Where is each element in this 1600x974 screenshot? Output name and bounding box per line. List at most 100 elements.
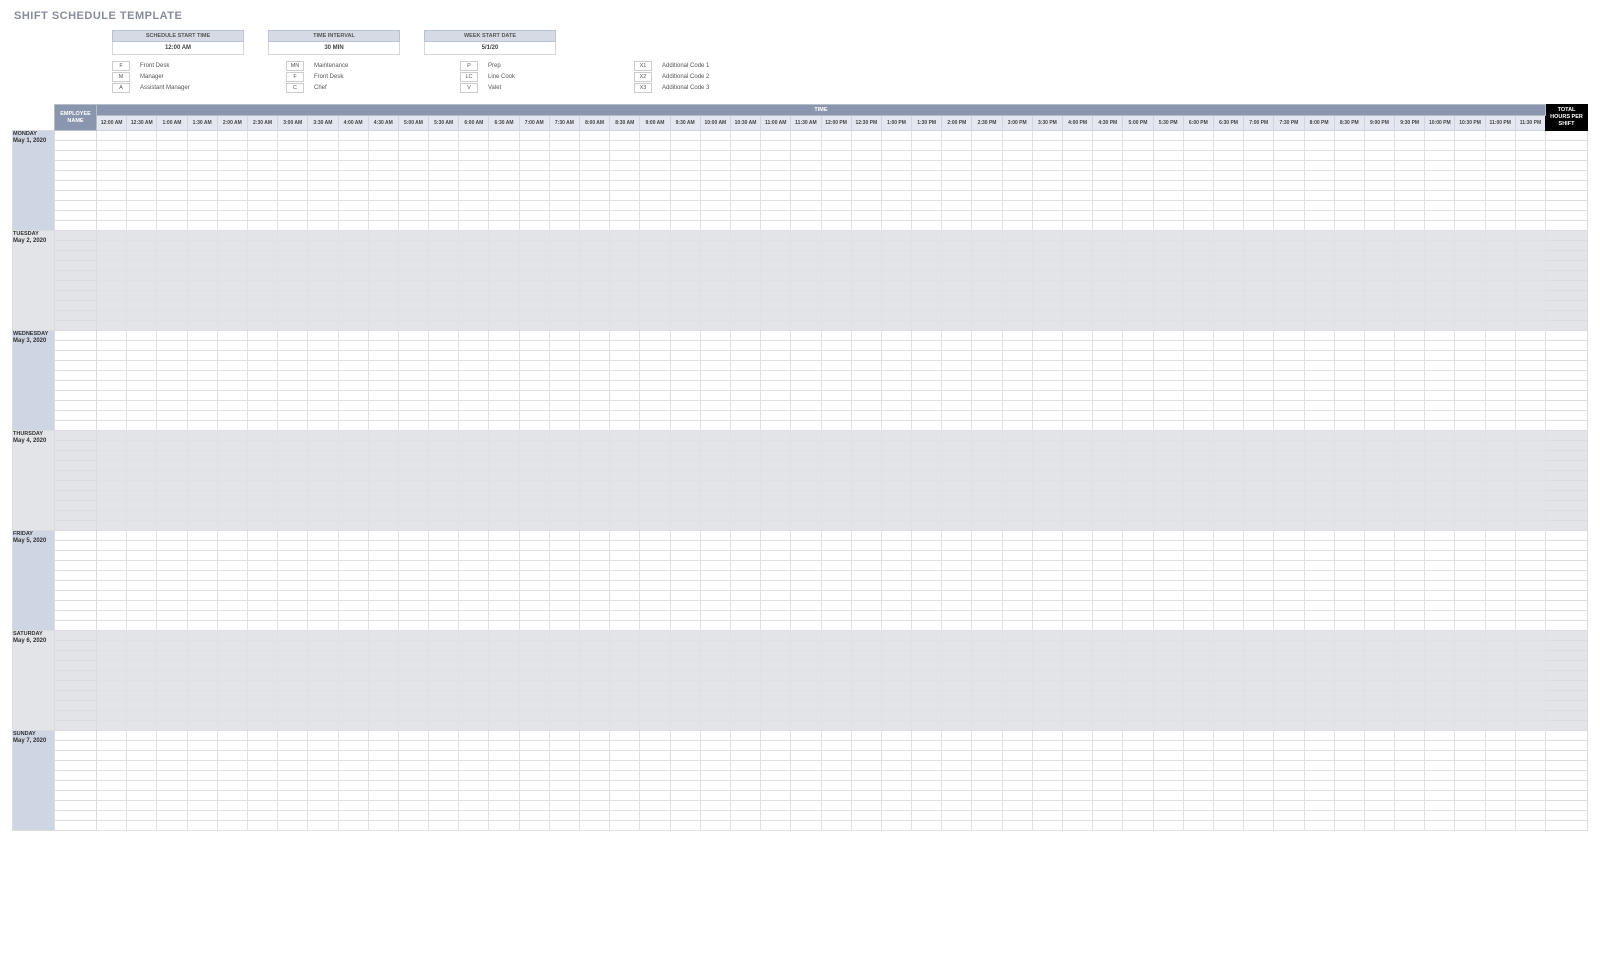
shift-cell[interactable] (972, 691, 1002, 701)
shift-cell[interactable] (580, 751, 610, 761)
shift-cell[interactable] (489, 271, 519, 281)
shift-cell[interactable] (308, 721, 338, 731)
shift-cell[interactable] (278, 471, 308, 481)
shift-cell[interactable] (157, 341, 187, 351)
shift-cell[interactable] (97, 171, 127, 181)
shift-cell[interactable] (700, 201, 730, 211)
shift-cell[interactable] (1455, 751, 1485, 761)
shift-cell[interactable] (217, 671, 247, 681)
shift-cell[interactable] (1274, 481, 1304, 491)
shift-cell[interactable] (1002, 391, 1032, 401)
shift-cell[interactable] (549, 731, 579, 741)
shift-cell[interactable] (1153, 621, 1183, 631)
shift-cell[interactable] (459, 371, 489, 381)
shift-cell[interactable] (217, 171, 247, 181)
shift-cell[interactable] (97, 751, 127, 761)
shift-cell[interactable] (1213, 281, 1243, 291)
shift-cell[interactable] (187, 811, 217, 821)
shift-cell[interactable] (942, 441, 972, 451)
shift-cell[interactable] (97, 181, 127, 191)
shift-cell[interactable] (1274, 311, 1304, 321)
shift-cell[interactable] (187, 791, 217, 801)
shift-cell[interactable] (670, 301, 700, 311)
shift-cell[interactable] (489, 561, 519, 571)
shift-cell[interactable] (519, 801, 549, 811)
shift-cell[interactable] (429, 761, 459, 771)
shift-cell[interactable] (157, 221, 187, 231)
shift-cell[interactable] (1244, 561, 1274, 571)
shift-cell[interactable] (278, 651, 308, 661)
shift-cell[interactable] (1485, 811, 1515, 821)
shift-cell[interactable] (398, 291, 428, 301)
shift-cell[interactable] (338, 561, 368, 571)
shift-cell[interactable] (549, 381, 579, 391)
shift-cell[interactable] (489, 331, 519, 341)
shift-cell[interactable] (851, 431, 881, 441)
shift-cell[interactable] (1153, 401, 1183, 411)
shift-cell[interactable] (278, 531, 308, 541)
shift-cell[interactable] (1485, 141, 1515, 151)
shift-cell[interactable] (489, 771, 519, 781)
shift-cell[interactable] (278, 381, 308, 391)
shift-cell[interactable] (308, 161, 338, 171)
shift-cell[interactable] (1304, 741, 1334, 751)
shift-cell[interactable] (761, 581, 791, 591)
shift-cell[interactable] (549, 671, 579, 681)
shift-cell[interactable] (670, 541, 700, 551)
shift-cell[interactable] (459, 571, 489, 581)
shift-cell[interactable] (157, 711, 187, 721)
shift-cell[interactable] (942, 401, 972, 411)
shift-cell[interactable] (1213, 591, 1243, 601)
shift-cell[interactable] (761, 191, 791, 201)
shift-cell[interactable] (1244, 461, 1274, 471)
shift-cell[interactable] (519, 751, 549, 761)
shift-cell[interactable] (398, 521, 428, 531)
shift-cell[interactable] (821, 771, 851, 781)
shift-cell[interactable] (1153, 291, 1183, 301)
shift-cell[interactable] (912, 271, 942, 281)
shift-cell[interactable] (187, 801, 217, 811)
shift-cell[interactable] (1244, 681, 1274, 691)
shift-cell[interactable] (942, 561, 972, 571)
shift-cell[interactable] (1183, 541, 1213, 551)
shift-cell[interactable] (97, 811, 127, 821)
shift-cell[interactable] (278, 591, 308, 601)
shift-cell[interactable] (1334, 471, 1364, 481)
shift-cell[interactable] (1123, 611, 1153, 621)
shift-cell[interactable] (217, 271, 247, 281)
shift-cell[interactable] (821, 381, 851, 391)
shift-cell[interactable] (187, 781, 217, 791)
shift-cell[interactable] (459, 711, 489, 721)
employee-name-cell[interactable] (55, 151, 97, 161)
shift-cell[interactable] (640, 241, 670, 251)
shift-cell[interactable] (127, 781, 157, 791)
shift-cell[interactable] (1032, 241, 1062, 251)
shift-cell[interactable] (640, 171, 670, 181)
shift-cell[interactable] (1093, 611, 1123, 621)
shift-cell[interactable] (730, 611, 760, 621)
shift-cell[interactable] (1063, 561, 1093, 571)
shift-cell[interactable] (1183, 191, 1213, 201)
shift-cell[interactable] (1455, 401, 1485, 411)
legend-code[interactable]: F (286, 72, 304, 82)
shift-cell[interactable] (97, 821, 127, 831)
shift-cell[interactable] (821, 571, 851, 581)
shift-cell[interactable] (640, 751, 670, 761)
shift-cell[interactable] (972, 291, 1002, 301)
shift-cell[interactable] (1213, 391, 1243, 401)
shift-cell[interactable] (1183, 651, 1213, 661)
shift-cell[interactable] (308, 231, 338, 241)
employee-name-cell[interactable] (55, 161, 97, 171)
shift-cell[interactable] (368, 141, 398, 151)
shift-cell[interactable] (851, 791, 881, 801)
shift-cell[interactable] (1093, 381, 1123, 391)
shift-cell[interactable] (1515, 201, 1545, 211)
shift-cell[interactable] (851, 691, 881, 701)
shift-cell[interactable] (1515, 321, 1545, 331)
shift-cell[interactable] (761, 411, 791, 421)
shift-cell[interactable] (821, 501, 851, 511)
shift-cell[interactable] (278, 191, 308, 201)
shift-cell[interactable] (580, 171, 610, 181)
shift-cell[interactable] (187, 651, 217, 661)
employee-name-cell[interactable] (55, 461, 97, 471)
